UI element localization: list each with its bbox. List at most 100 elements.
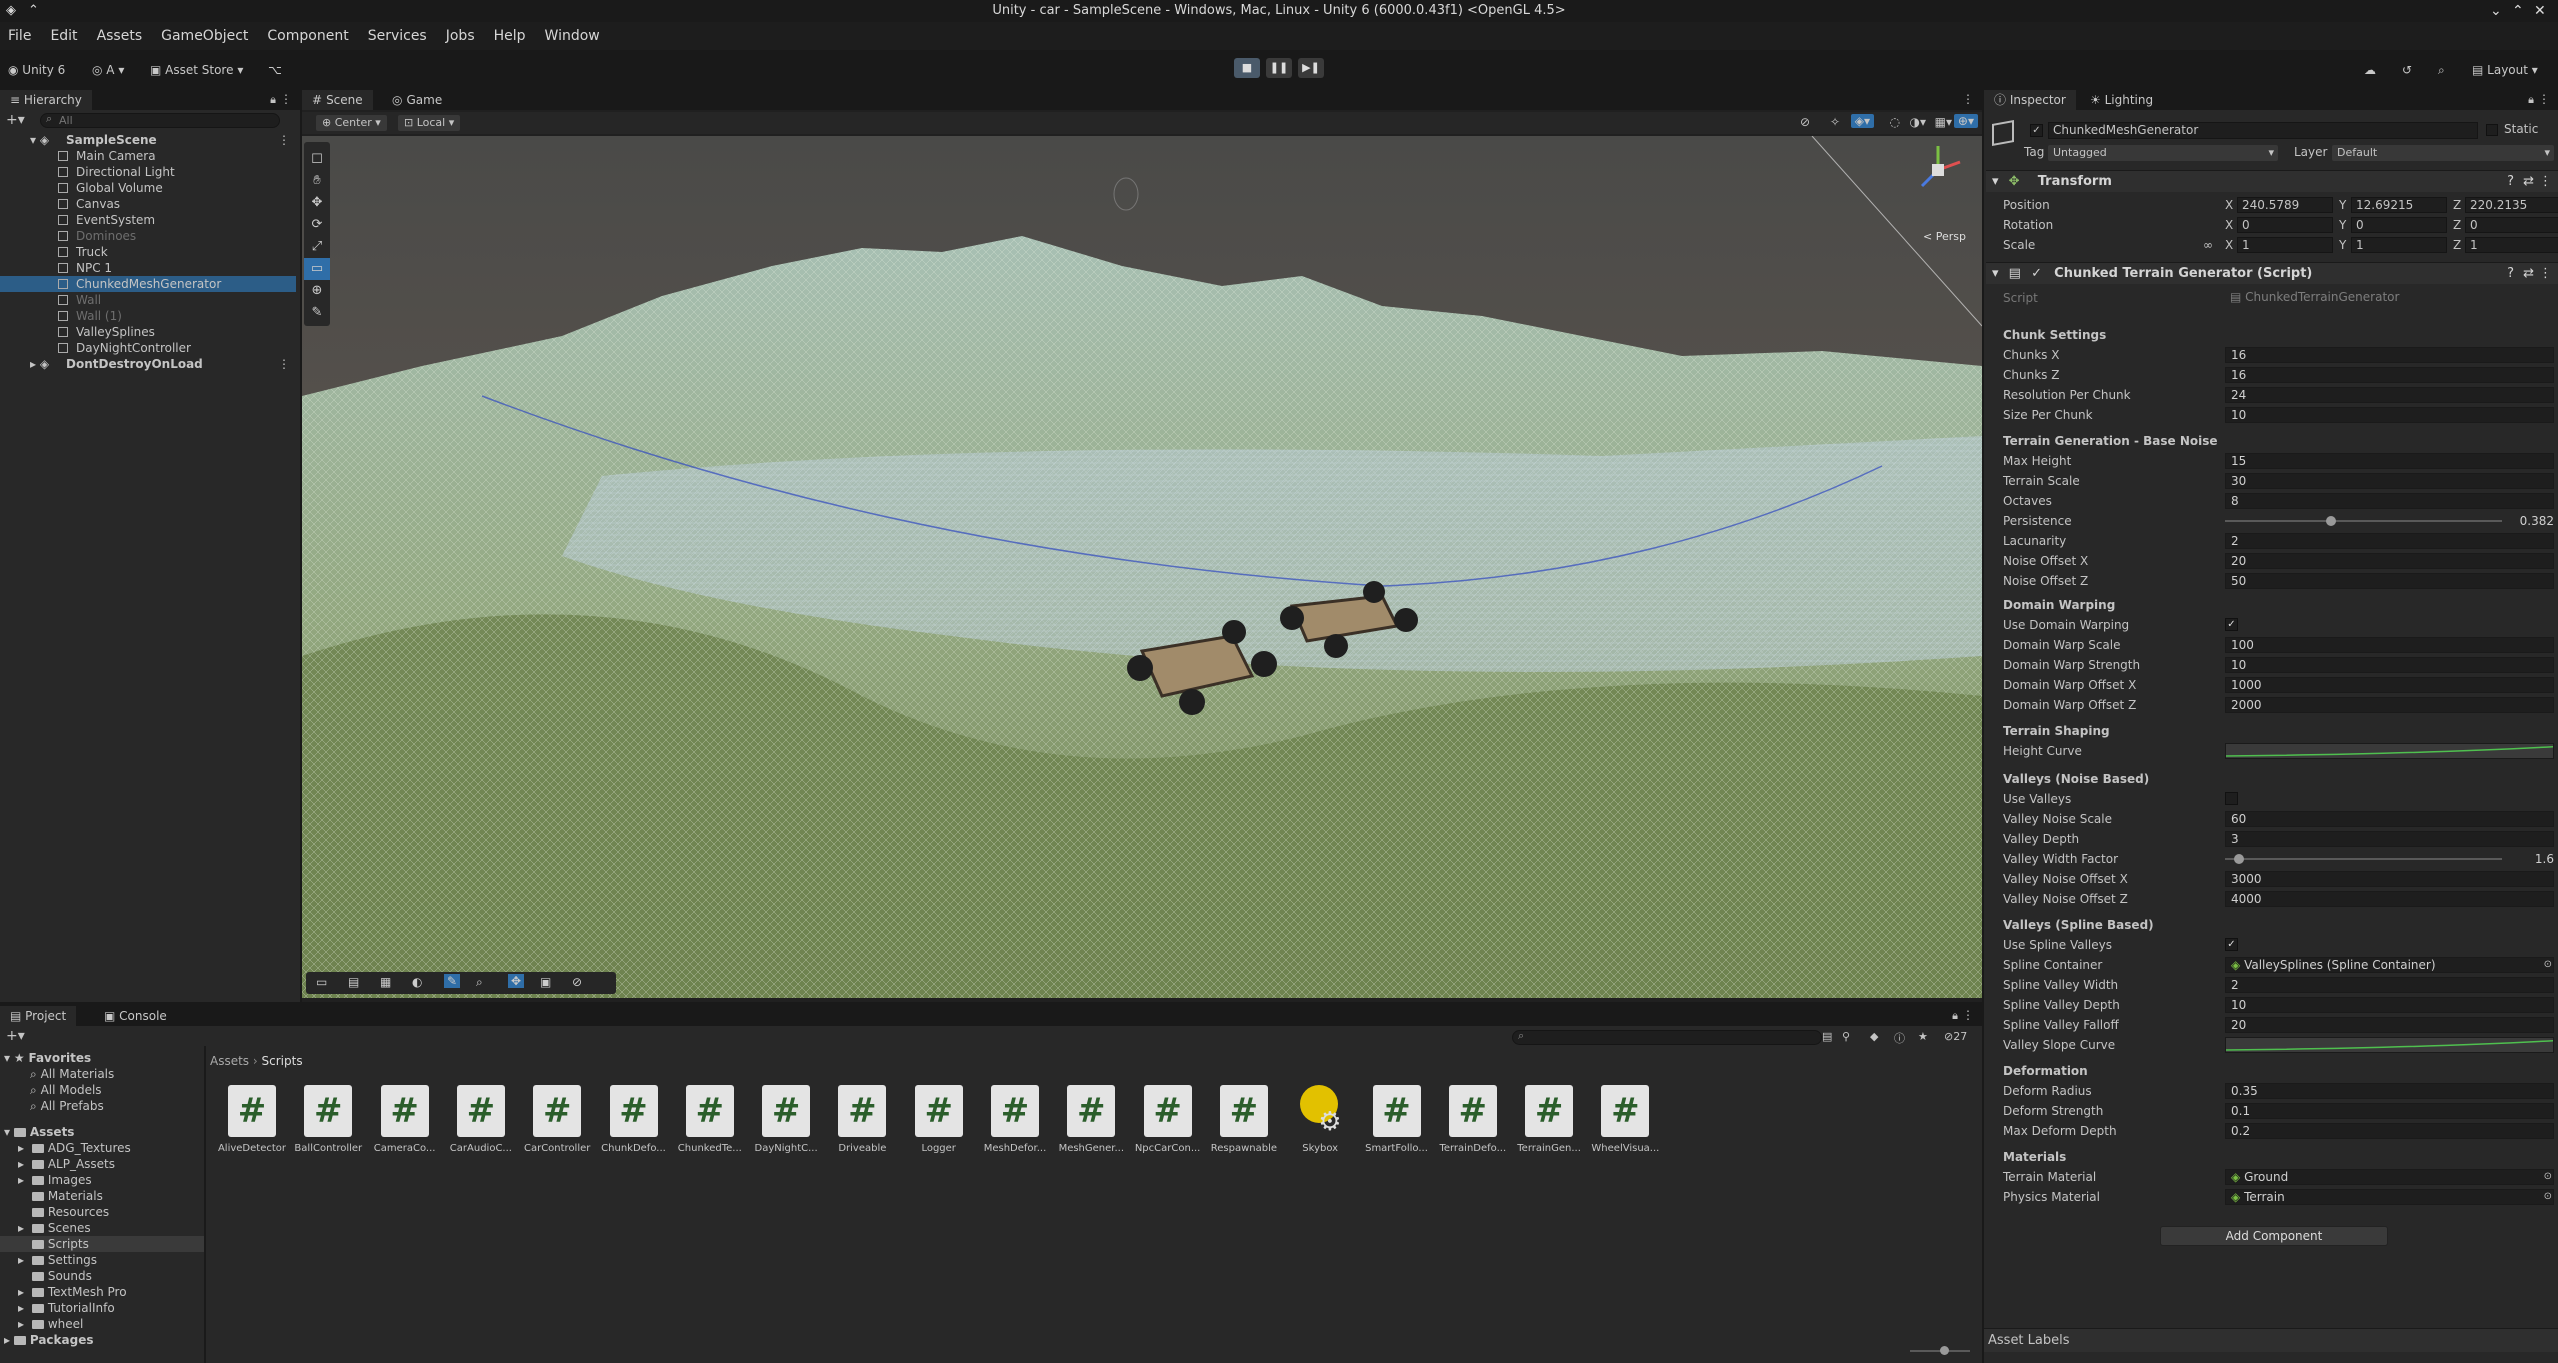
view-tool-icon[interactable]: ☐ — [304, 150, 330, 170]
asset-item[interactable]: # Logger — [903, 1085, 975, 1154]
user-button[interactable]: ◎ A ▾ — [92, 60, 124, 80]
object-picker-icon[interactable]: ⊙ — [2544, 1188, 2552, 1206]
transform-scale-x-field[interactable]: 1 — [2237, 237, 2333, 253]
sculpt-icon[interactable]: ◐ — [412, 975, 422, 989]
tab-lighting[interactable]: ☀ Lighting — [2080, 90, 2163, 110]
asset-item[interactable]: # TerrainDefo... — [1437, 1085, 1509, 1154]
component-menu-icon[interactable]: ⋮ — [2539, 171, 2552, 193]
grid-snap-icon[interactable]: ▦ — [380, 975, 391, 989]
transform-position-y-field[interactable]: 12.69215 — [2351, 197, 2447, 213]
move-tool-icon[interactable]: ✥ — [304, 192, 330, 214]
script-component-header[interactable]: ▾ ▤ ✓ Chunked Terrain Generator (Script)… — [1986, 262, 2558, 284]
hierarchy-item[interactable]: Truck — [0, 244, 296, 260]
more-icon[interactable]: ⋮ — [280, 92, 292, 106]
asset-item[interactable]: # DayNightC... — [750, 1085, 822, 1154]
menu-assets[interactable]: Assets — [97, 28, 143, 44]
select-icon[interactable]: ▭ — [316, 975, 327, 989]
filter-icon[interactable]: ◆ — [1870, 1030, 1878, 1043]
transform-tool-icon[interactable]: ⊕ — [304, 280, 330, 302]
pivot-dropdown[interactable]: ⊕ Center ▾ — [316, 115, 387, 131]
asset-item[interactable]: # SmartFollo... — [1361, 1085, 1433, 1154]
project-search-input[interactable] — [1512, 1030, 1822, 1045]
hierarchy-item[interactable]: NPC 1 — [0, 260, 296, 276]
use-valleys-checkbox[interactable] — [2225, 792, 2238, 805]
folder-item[interactable]: ▸ TextMesh Pro — [0, 1284, 204, 1300]
custom-tool-icon[interactable]: ✎ — [304, 302, 330, 324]
object-picker-icon[interactable]: ⊙ — [2544, 1168, 2552, 1186]
pin-icon[interactable]: ⌃ — [28, 0, 39, 22]
preset-icon[interactable]: ⇄ — [2523, 171, 2534, 193]
tab-hierarchy[interactable]: ≡ Hierarchy — [0, 90, 92, 110]
minimize-icon[interactable]: ⌄ — [2490, 0, 2502, 22]
more-icon[interactable]: ⋮ — [278, 132, 290, 148]
layer-dropdown[interactable]: Default ▾ — [2332, 145, 2554, 161]
spline-valley-width-field[interactable]: 2 — [2225, 977, 2554, 993]
rotate-tool-icon[interactable]: ⟳ — [304, 214, 330, 236]
help-icon[interactable]: ? — [2507, 263, 2514, 285]
orientation-gizmo[interactable] — [1910, 140, 1966, 196]
space-dropdown[interactable]: ⊡ Local ▾ — [398, 115, 461, 131]
transform-rotation-x-field[interactable]: 0 — [2237, 217, 2333, 233]
hierarchy-item[interactable]: Directional Light — [0, 164, 296, 180]
transform-scale-z-field[interactable]: 1 — [2465, 237, 2558, 253]
lock-icon[interactable]: 🔒︎ — [1952, 1009, 1958, 1023]
brush-icon[interactable]: ✎ — [444, 974, 461, 988]
menu-help[interactable]: Help — [494, 28, 526, 44]
tab-inspector[interactable]: ⓘ Inspector — [1984, 90, 2076, 110]
history-icon[interactable]: ↺ — [2402, 60, 2412, 80]
asset-store-button[interactable]: ▣ Asset Store ▾ — [150, 60, 243, 80]
hierarchy-item[interactable]: Main Camera — [0, 148, 296, 164]
zoom-icon[interactable]: ⌕ — [476, 975, 483, 990]
tag-dropdown[interactable]: Untagged ▾ — [2048, 145, 2278, 161]
hierarchy-item[interactable]: Canvas — [0, 196, 296, 212]
folder-item[interactable]: ▸ TutorialInfo — [0, 1300, 204, 1316]
folder-item[interactable]: ▸ wheel — [0, 1316, 204, 1332]
active-checkbox[interactable]: ✓ — [2030, 124, 2043, 137]
octaves-field[interactable]: 8 — [2225, 493, 2554, 509]
assets-folder[interactable]: ▾ Assets — [0, 1124, 204, 1140]
max-height-field[interactable]: 15 — [2225, 453, 2554, 469]
more-icon[interactable]: ⋮ — [1962, 1008, 1974, 1022]
asset-item[interactable]: # Respawnable — [1208, 1085, 1280, 1154]
close-icon[interactable]: ✕ — [2534, 0, 2546, 22]
folder-item[interactable]: ▸ Images — [0, 1172, 204, 1188]
asset-item[interactable]: # NpcCarCon... — [1132, 1085, 1204, 1154]
hierarchy-item[interactable]: Wall (1) — [0, 308, 296, 324]
asset-item[interactable]: # Driveable — [826, 1085, 898, 1154]
hierarchy-item[interactable]: ▾ ◈ SampleScene ⋮ — [0, 132, 296, 148]
zoom-slider-knob[interactable] — [1940, 1346, 1949, 1355]
more-icon[interactable]: ⋮ — [278, 356, 290, 372]
globe-icon[interactable]: ⊕▾ — [1953, 114, 1978, 128]
foldout-arrow-icon[interactable]: ▾ ◈ — [30, 132, 49, 148]
asset-labels-bar[interactable]: Asset Labels — [1984, 1328, 2558, 1352]
asset-item[interactable]: # WheelVisua... — [1589, 1085, 1661, 1154]
noise-offset-z-field[interactable]: 50 — [2225, 573, 2554, 589]
tab-scene[interactable]: # Scene — [302, 90, 373, 110]
play-button[interactable]: ■ — [1234, 58, 1260, 78]
hierarchy-item[interactable]: ChunkedMeshGenerator — [0, 276, 296, 292]
packages-folder[interactable]: ▸ Packages — [0, 1332, 204, 1348]
fx-toggle-icon[interactable]: ✧ — [1830, 115, 1840, 129]
help-icon[interactable]: ? — [2507, 171, 2514, 193]
version-control-icon[interactable]: ⌥ — [268, 60, 282, 80]
tab-console[interactable]: ▣ Console — [94, 1006, 177, 1026]
valley-depth-field[interactable]: 3 — [2225, 831, 2554, 847]
project-divider[interactable] — [204, 1046, 206, 1363]
folder-item[interactable]: Sounds — [0, 1268, 204, 1284]
spline-container-object-field[interactable]: ◈ ValleySplines (Spline Container) — [2225, 957, 2554, 973]
spline-valley-depth-field[interactable]: 10 — [2225, 997, 2554, 1013]
menu-component[interactable]: Component — [267, 28, 348, 44]
scene-viewport[interactable]: ☐ ✋︎ ✥ ⟳ ⤢ ▭ ⊕ ✎ < Persp ▭ ▤ ▦ ◐ ✎ ⌕ ✥ ▣… — [302, 136, 1982, 998]
more-icon[interactable]: ⋮ — [1962, 92, 1974, 106]
valley-noise-offset-z-field[interactable]: 4000 — [2225, 891, 2554, 907]
hierarchy-item[interactable]: ValleySplines — [0, 324, 296, 340]
add-icon[interactable]: +▾ — [6, 112, 25, 128]
add-component-button[interactable]: Add Component — [2160, 1226, 2388, 1246]
favorite-item[interactable]: ⌕ All Models — [0, 1082, 204, 1098]
domain-warp-strength-field[interactable]: 10 — [2225, 657, 2554, 673]
filter-type-icon[interactable]: ▤ — [1822, 1030, 1832, 1043]
transform-header[interactable]: ▾ ✥ Transform ? ⇄ ⋮ — [1986, 170, 2558, 192]
transform-position-z-field[interactable]: 220.2135 — [2465, 197, 2558, 213]
folder-item[interactable]: Scripts — [0, 1236, 204, 1252]
lacunarity-field[interactable]: 2 — [2225, 533, 2554, 549]
